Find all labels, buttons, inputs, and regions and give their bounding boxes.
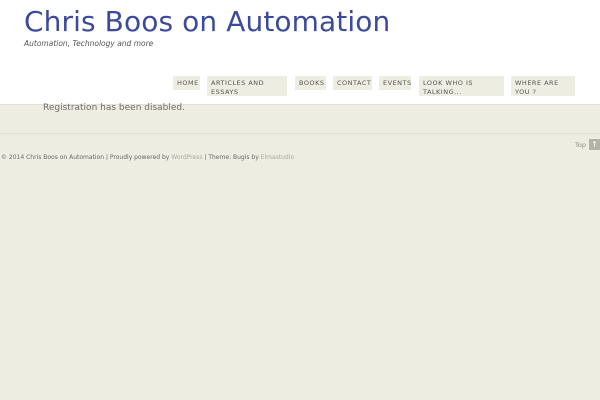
site-title-link[interactable]: Chris Boos on Automation: [24, 5, 390, 38]
footer-theme-text: | Theme: Bugis by: [204, 154, 259, 161]
nav-item-where-are-you[interactable]: WHERE ARE YOU ?: [511, 76, 575, 96]
nav-item-events[interactable]: EVENTS: [379, 76, 411, 90]
arrow-up-icon[interactable]: ↑: [589, 139, 600, 150]
nav-item-contact[interactable]: CONTACT: [333, 76, 372, 90]
nav-item-look-who-is-talking[interactable]: LOOK WHO IS TALKING...: [419, 76, 504, 96]
nav-item-home[interactable]: HOME: [173, 76, 200, 90]
site-header: Chris Boos on Automation Automation, Tec…: [0, 0, 600, 105]
footer-copyright: © 2014 Chris Boos on Automation | Proudl…: [1, 154, 170, 161]
footer-wordpress-link[interactable]: WordPress: [171, 154, 202, 161]
nav-item-books[interactable]: BOOKS: [295, 76, 326, 90]
footer-elmastudio-link[interactable]: Elmastudio: [261, 154, 294, 161]
registration-disabled-message: Registration has been disabled.: [43, 103, 185, 113]
nav-item-articles-and-essays[interactable]: ARTICLES AND ESSAYS: [207, 76, 287, 96]
site-footer: © 2014 Chris Boos on Automation | Proudl…: [1, 154, 294, 161]
footer-divider: [0, 133, 600, 134]
back-to-top-link[interactable]: Top: [575, 141, 586, 149]
site-tagline: Automation, Technology and more: [24, 39, 154, 48]
